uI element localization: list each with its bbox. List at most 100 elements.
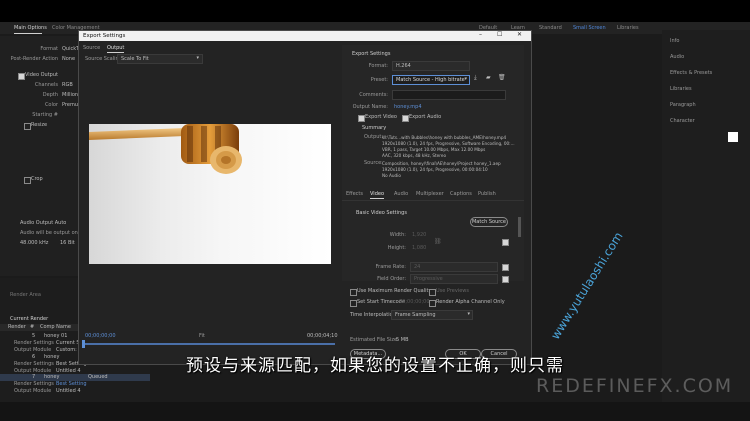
tab-video[interactable]: Video — [370, 191, 385, 199]
render-alpha-checkbox[interactable] — [429, 300, 436, 307]
playhead[interactable] — [82, 340, 85, 348]
field-order-checkbox[interactable] — [502, 276, 509, 283]
file-size-label: Estimated File Size: — [350, 337, 399, 343]
tab-multiplexer[interactable]: Multiplexer — [416, 191, 444, 198]
column-number: # — [30, 324, 35, 330]
frame-rate-label: Frame Rate: — [375, 264, 406, 270]
export-video-checkbox[interactable] — [358, 115, 365, 122]
height-value[interactable]: 1,080 — [412, 245, 426, 252]
panel-effects-presets[interactable]: Effects & Presets — [670, 70, 712, 77]
tab-output[interactable]: Output — [107, 45, 125, 53]
tab-source[interactable]: Source — [83, 45, 100, 52]
width-value[interactable]: 1,920 — [412, 232, 426, 239]
maximize-icon[interactable]: ☐ — [497, 31, 502, 39]
host-top-bar — [0, 0, 750, 22]
output-module-value[interactable]: Untitled 4 — [56, 388, 81, 395]
frame-rate-checkbox[interactable] — [502, 264, 509, 271]
export-audio-checkbox[interactable] — [402, 115, 409, 122]
preset-label: Preset: — [370, 77, 388, 83]
video-output-checkbox[interactable] — [18, 73, 25, 80]
export-audio-label: Export Audio — [409, 114, 442, 120]
tab-captions[interactable]: Captions — [450, 191, 472, 198]
honey-dipper-icon — [89, 124, 242, 174]
use-previews-checkbox[interactable] — [429, 289, 436, 296]
video-output-label: Video Output — [25, 72, 58, 78]
audio-output-dropdown[interactable]: Audio Output Auto — [20, 220, 66, 227]
delete-preset-icon[interactable]: 🗑 — [498, 74, 506, 82]
audio-rate-dropdown[interactable]: 48.000 kHz — [20, 240, 48, 247]
close-icon[interactable]: ✕ — [517, 31, 522, 39]
color-swatch[interactable] — [728, 132, 738, 142]
timeline-track[interactable] — [83, 343, 335, 345]
tab-effects[interactable]: Effects — [346, 191, 363, 198]
audio-bits-dropdown[interactable]: 16 Bit — [60, 240, 75, 247]
render-alpha-label: Render Alpha Channel Only — [436, 299, 505, 305]
summary-source-line: No Audio — [382, 173, 401, 178]
host-tab-main-options[interactable]: Main Options — [14, 25, 47, 32]
width-label: Width: — [389, 232, 406, 238]
comments-input[interactable] — [392, 90, 506, 100]
brand-watermark: REDEFINEFX.COM — [536, 375, 734, 397]
import-preset-icon[interactable]: ▰ — [486, 74, 491, 82]
height-label: Height: — [387, 245, 406, 251]
panel-paragraph[interactable]: Paragraph — [670, 102, 696, 109]
panel-character[interactable]: Character — [670, 118, 695, 125]
source-output-tabs: Source Output — [83, 45, 143, 53]
render-settings-value[interactable]: Best Setting — [56, 381, 87, 388]
host-tab-underline — [14, 33, 42, 34]
time-interpolation-dropdown[interactable]: Frame Sampling ▾ — [391, 310, 473, 320]
post-render-value[interactable]: None — [62, 56, 75, 63]
field-order-label: Field Order: — [377, 276, 406, 282]
frame-rate-dropdown[interactable]: 24 — [410, 262, 498, 272]
max-render-quality-checkbox[interactable] — [350, 289, 357, 296]
tab-audio[interactable]: Audio — [394, 191, 408, 198]
basic-video-settings-heading: Basic Video Settings — [356, 210, 407, 216]
set-start-timecode-label: Set Start Timecode — [357, 299, 405, 305]
match-source-label: Match Source — [471, 219, 507, 225]
panel-libraries[interactable]: Libraries — [670, 86, 692, 93]
resize-checkbox[interactable] — [24, 123, 31, 130]
queue-item-name: honey 01 — [44, 333, 68, 339]
fit-dropdown[interactable]: Fit — [199, 333, 205, 340]
summary-output-line: AAC, 320 kbps, 48 kHz, Stereo — [382, 153, 447, 158]
workspace-libraries[interactable]: Libraries — [617, 25, 639, 32]
timecode-start[interactable]: 00;00;00;00 — [85, 333, 116, 340]
color-value[interactable]: Premul — [62, 102, 79, 109]
starting-label: Starting # — [32, 112, 58, 118]
panel-info[interactable]: Info — [670, 38, 679, 45]
match-source-button[interactable]: Match Source — [470, 217, 508, 227]
column-comp-name: Comp Name — [40, 324, 71, 330]
save-preset-icon[interactable]: ⤓ — [474, 74, 477, 82]
frame-rate-value: 24 — [414, 264, 421, 270]
field-order-dropdown[interactable]: Progressive — [410, 274, 498, 284]
crop-checkbox[interactable] — [24, 177, 31, 184]
depth-value[interactable]: Million — [62, 92, 78, 99]
dialog-title: Export Settings — [83, 33, 126, 39]
tab-publish[interactable]: Publish — [478, 191, 496, 198]
current-render-title: Current Render — [10, 316, 49, 322]
link-icon[interactable]: ⛓ — [434, 238, 442, 246]
settings-scrollbar[interactable] — [518, 217, 521, 237]
panel-audio[interactable]: Audio — [670, 54, 684, 61]
dialog-title-bar[interactable]: Export Settings – ☐ ✕ — [79, 31, 531, 41]
set-start-timecode-checkbox[interactable] — [350, 300, 357, 307]
minimize-icon[interactable]: – — [479, 31, 482, 39]
workspace-small-screen[interactable]: Small Screen — [573, 25, 606, 32]
channels-value[interactable]: RGB — [62, 82, 73, 89]
use-previews-label: Use Previews — [436, 288, 469, 294]
max-render-quality-label: Use Maximum Render Quality — [357, 288, 432, 294]
start-timecode-value[interactable]: 00;00;00;00 — [399, 299, 430, 306]
export-settings-heading: Export Settings — [352, 51, 391, 57]
workspace-standard[interactable]: Standard — [539, 25, 562, 32]
file-size-value: 5 MB — [396, 337, 409, 343]
width-match-checkbox[interactable] — [502, 239, 509, 246]
column-render: Render — [8, 324, 26, 330]
format-value[interactable]: QuickT — [62, 46, 79, 53]
host-status-bar — [0, 402, 750, 421]
preset-dropdown[interactable]: Match Source - High bitrate ▾ — [392, 75, 470, 85]
depth-label: Depth — [42, 92, 58, 98]
queue-item-number: 5 — [32, 333, 36, 339]
output-name-link[interactable]: honey.mp4 — [394, 104, 422, 111]
source-scaling-dropdown[interactable]: Scale To Fit ▾ — [117, 54, 203, 64]
format-dropdown[interactable]: H.264 — [392, 61, 470, 71]
